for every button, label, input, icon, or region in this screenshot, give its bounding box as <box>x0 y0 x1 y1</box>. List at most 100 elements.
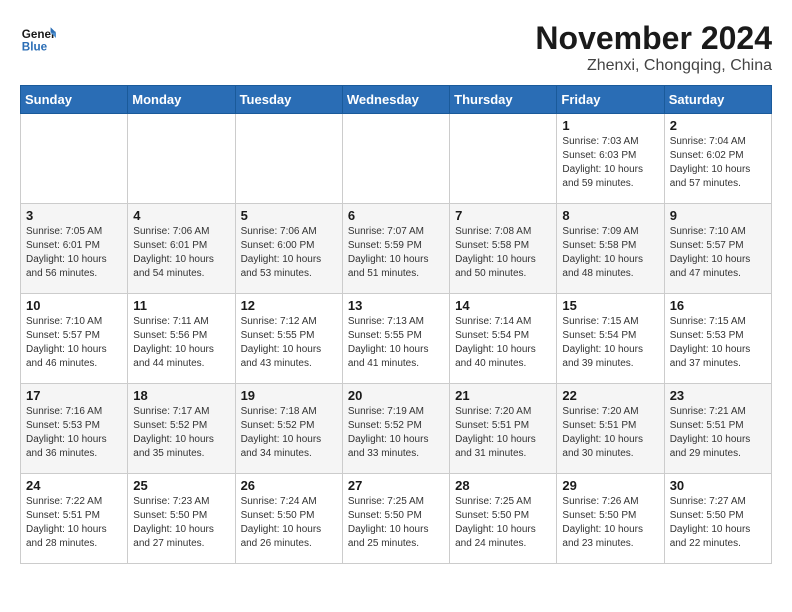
calendar-cell: 2 Sunrise: 7:04 AM Sunset: 6:02 PM Daylig… <box>664 114 771 204</box>
day-number: 7 <box>455 208 551 223</box>
calendar-cell: 4 Sunrise: 7:06 AM Sunset: 6:01 PM Daylig… <box>128 204 235 294</box>
day-number: 9 <box>670 208 766 223</box>
calendar-cell: 5 Sunrise: 7:06 AM Sunset: 6:00 PM Daylig… <box>235 204 342 294</box>
calendar-cell <box>450 114 557 204</box>
day-info: Sunrise: 7:06 AM Sunset: 6:00 PM Dayligh… <box>241 225 337 281</box>
calendar-cell: 7 Sunrise: 7:08 AM Sunset: 5:58 PM Daylig… <box>450 204 557 294</box>
logo-icon: General Blue <box>20 20 56 56</box>
calendar-cell: 9 Sunrise: 7:10 AM Sunset: 5:57 PM Daylig… <box>664 204 771 294</box>
day-number: 2 <box>670 118 766 133</box>
calendar-cell: 25 Sunrise: 7:23 AM Sunset: 5:50 PM Dayli… <box>128 474 235 564</box>
weekday-header-saturday: Saturday <box>664 86 771 114</box>
day-number: 18 <box>133 388 229 403</box>
day-number: 30 <box>670 478 766 493</box>
calendar-cell: 12 Sunrise: 7:12 AM Sunset: 5:55 PM Dayli… <box>235 294 342 384</box>
calendar-cell: 6 Sunrise: 7:07 AM Sunset: 5:59 PM Daylig… <box>342 204 449 294</box>
day-number: 17 <box>26 388 122 403</box>
day-info: Sunrise: 7:26 AM Sunset: 5:50 PM Dayligh… <box>562 495 658 551</box>
calendar-cell: 13 Sunrise: 7:13 AM Sunset: 5:55 PM Dayli… <box>342 294 449 384</box>
calendar-cell <box>235 114 342 204</box>
day-info: Sunrise: 7:06 AM Sunset: 6:01 PM Dayligh… <box>133 225 229 281</box>
calendar-cell <box>342 114 449 204</box>
day-number: 12 <box>241 298 337 313</box>
location-subtitle: Zhenxi, Chongqing, China <box>535 57 772 75</box>
day-number: 29 <box>562 478 658 493</box>
day-info: Sunrise: 7:16 AM Sunset: 5:53 PM Dayligh… <box>26 405 122 461</box>
day-number: 8 <box>562 208 658 223</box>
day-number: 22 <box>562 388 658 403</box>
calendar-cell: 17 Sunrise: 7:16 AM Sunset: 5:53 PM Dayli… <box>21 384 128 474</box>
day-number: 15 <box>562 298 658 313</box>
day-number: 16 <box>670 298 766 313</box>
calendar-cell <box>128 114 235 204</box>
day-number: 21 <box>455 388 551 403</box>
day-number: 1 <box>562 118 658 133</box>
day-info: Sunrise: 7:14 AM Sunset: 5:54 PM Dayligh… <box>455 315 551 371</box>
day-info: Sunrise: 7:09 AM Sunset: 5:58 PM Dayligh… <box>562 225 658 281</box>
calendar-cell: 19Sunrise: 7:18 AM Sunset: 5:52 PM Dayli… <box>235 384 342 474</box>
day-info: Sunrise: 7:20 AM Sunset: 5:51 PM Dayligh… <box>562 405 658 461</box>
calendar-cell: 11 Sunrise: 7:11 AM Sunset: 5:56 PM Dayli… <box>128 294 235 384</box>
day-number: 28 <box>455 478 551 493</box>
day-info: Sunrise: 7:15 AM Sunset: 5:54 PM Dayligh… <box>562 315 658 371</box>
day-info: Sunrise: 7:07 AM Sunset: 5:59 PM Dayligh… <box>348 225 444 281</box>
weekday-header-thursday: Thursday <box>450 86 557 114</box>
day-number: 4 <box>133 208 229 223</box>
logo: General Blue <box>20 20 56 56</box>
day-info: Sunrise: 7:10 AM Sunset: 5:57 PM Dayligh… <box>26 315 122 371</box>
day-number: 20 <box>348 388 444 403</box>
day-info: Sunrise: 7:03 AM Sunset: 6:03 PM Dayligh… <box>562 135 658 191</box>
day-info: Sunrise: 7:25 AM Sunset: 5:50 PM Dayligh… <box>348 495 444 551</box>
day-number: 24 <box>26 478 122 493</box>
calendar-cell: 26Sunrise: 7:24 AM Sunset: 5:50 PM Dayli… <box>235 474 342 564</box>
day-info: Sunrise: 7:20 AM Sunset: 5:51 PM Dayligh… <box>455 405 551 461</box>
calendar-cell: 29 Sunrise: 7:26 AM Sunset: 5:50 PM Dayli… <box>557 474 664 564</box>
day-info: Sunrise: 7:22 AM Sunset: 5:51 PM Dayligh… <box>26 495 122 551</box>
calendar-cell: 14 Sunrise: 7:14 AM Sunset: 5:54 PM Dayli… <box>450 294 557 384</box>
day-info: Sunrise: 7:27 AM Sunset: 5:50 PM Dayligh… <box>670 495 766 551</box>
day-number: 14 <box>455 298 551 313</box>
calendar-cell: 22 Sunrise: 7:20 AM Sunset: 5:51 PM Dayli… <box>557 384 664 474</box>
weekday-header-sunday: Sunday <box>21 86 128 114</box>
month-title: November 2024 <box>535 20 772 57</box>
day-number: 5 <box>241 208 337 223</box>
calendar-cell: 27Sunrise: 7:25 AM Sunset: 5:50 PM Dayli… <box>342 474 449 564</box>
day-number: 10 <box>26 298 122 313</box>
page-header: General Blue November 2024 Zhenxi, Chong… <box>20 20 772 75</box>
day-number: 26 <box>241 478 337 493</box>
day-number: 11 <box>133 298 229 313</box>
weekday-header-wednesday: Wednesday <box>342 86 449 114</box>
calendar-cell: 1 Sunrise: 7:03 AM Sunset: 6:03 PM Daylig… <box>557 114 664 204</box>
svg-text:Blue: Blue <box>22 41 48 54</box>
calendar-cell: 8 Sunrise: 7:09 AM Sunset: 5:58 PM Daylig… <box>557 204 664 294</box>
day-info: Sunrise: 7:12 AM Sunset: 5:55 PM Dayligh… <box>241 315 337 371</box>
calendar-cell <box>21 114 128 204</box>
calendar-cell: 20 Sunrise: 7:19 AM Sunset: 5:52 PM Dayli… <box>342 384 449 474</box>
calendar-cell: 16Sunrise: 7:15 AM Sunset: 5:53 PM Dayli… <box>664 294 771 384</box>
day-number: 6 <box>348 208 444 223</box>
day-info: Sunrise: 7:23 AM Sunset: 5:50 PM Dayligh… <box>133 495 229 551</box>
day-info: Sunrise: 7:08 AM Sunset: 5:58 PM Dayligh… <box>455 225 551 281</box>
calendar-table: SundayMondayTuesdayWednesdayThursdayFrid… <box>20 85 772 564</box>
day-number: 25 <box>133 478 229 493</box>
day-info: Sunrise: 7:05 AM Sunset: 6:01 PM Dayligh… <box>26 225 122 281</box>
calendar-cell: 23Sunrise: 7:21 AM Sunset: 5:51 PM Dayli… <box>664 384 771 474</box>
day-info: Sunrise: 7:21 AM Sunset: 5:51 PM Dayligh… <box>670 405 766 461</box>
calendar-cell: 30 Sunrise: 7:27 AM Sunset: 5:50 PM Dayli… <box>664 474 771 564</box>
calendar-cell: 15 Sunrise: 7:15 AM Sunset: 5:54 PM Dayli… <box>557 294 664 384</box>
calendar-cell: 24 Sunrise: 7:22 AM Sunset: 5:51 PM Dayli… <box>21 474 128 564</box>
day-number: 13 <box>348 298 444 313</box>
weekday-header-friday: Friday <box>557 86 664 114</box>
day-info: Sunrise: 7:10 AM Sunset: 5:57 PM Dayligh… <box>670 225 766 281</box>
title-block: November 2024 Zhenxi, Chongqing, China <box>535 20 772 75</box>
weekday-header-monday: Monday <box>128 86 235 114</box>
day-info: Sunrise: 7:13 AM Sunset: 5:55 PM Dayligh… <box>348 315 444 371</box>
day-info: Sunrise: 7:11 AM Sunset: 5:56 PM Dayligh… <box>133 315 229 371</box>
day-info: Sunrise: 7:04 AM Sunset: 6:02 PM Dayligh… <box>670 135 766 191</box>
day-number: 3 <box>26 208 122 223</box>
calendar-cell: 3 Sunrise: 7:05 AM Sunset: 6:01 PM Daylig… <box>21 204 128 294</box>
day-info: Sunrise: 7:19 AM Sunset: 5:52 PM Dayligh… <box>348 405 444 461</box>
day-info: Sunrise: 7:17 AM Sunset: 5:52 PM Dayligh… <box>133 405 229 461</box>
day-info: Sunrise: 7:25 AM Sunset: 5:50 PM Dayligh… <box>455 495 551 551</box>
calendar-cell: 10 Sunrise: 7:10 AM Sunset: 5:57 PM Dayli… <box>21 294 128 384</box>
